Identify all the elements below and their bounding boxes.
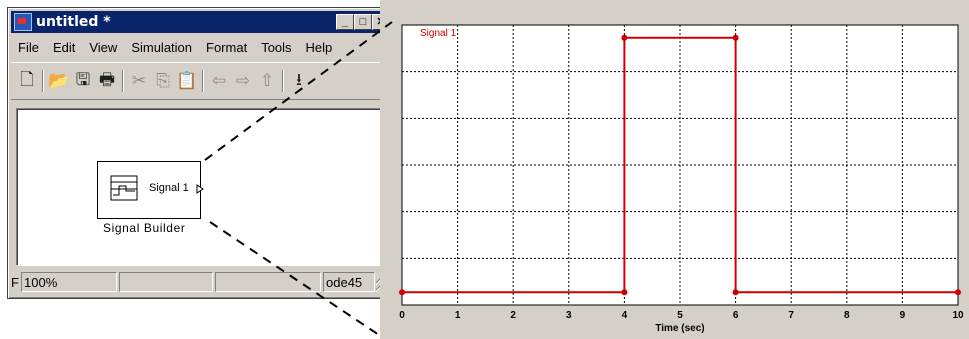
x-tick-label: 3: [566, 310, 572, 321]
menu-simulation[interactable]: Simulation: [124, 40, 199, 55]
solver-name: ode45: [323, 272, 375, 292]
signal-point: [955, 289, 961, 296]
signal-builder-block[interactable]: Signal 1: [97, 161, 204, 219]
signal-plot-panel: Signal 1 0 1 2 3 4 5 6 7 8 9 10 Time (sec): [380, 0, 969, 339]
status-pane-3: [119, 272, 213, 292]
signal-plot[interactable]: Signal 1 0 1 2 3 4 5 6 7 8 9 10 Time (sec): [380, 0, 969, 339]
model-window: untitled * _ □ ✕ FileEditViewSimulationF…: [7, 7, 396, 299]
x-tick-label: 2: [510, 310, 516, 321]
model-canvas[interactable]: Signal 1 Signal Builder: [16, 108, 388, 266]
x-tick-label: 4: [622, 310, 628, 321]
window-title: untitled *: [36, 14, 111, 30]
output-port-icon[interactable]: [196, 184, 204, 194]
paste-icon[interactable]: 📋: [175, 68, 199, 94]
status-ready: F: [11, 274, 19, 290]
output-port-label: Signal 1: [149, 182, 189, 194]
menu-view[interactable]: View: [82, 40, 124, 55]
toolbar: 🗋 📂 🖫 🖶 ✂ ⎘ 📋 ⇦ ⇨ ⇧ ⭳: [11, 62, 392, 100]
menu-bar: File Edit View Simulation Format Tools Help: [11, 36, 392, 58]
title-bar[interactable]: untitled * _ □ ✕: [11, 11, 392, 33]
open-icon[interactable]: 📂: [47, 68, 71, 94]
x-tick-label: 0: [399, 310, 405, 321]
menu-format[interactable]: Format: [199, 40, 254, 55]
legend-label: Signal 1: [420, 28, 457, 39]
cut-icon[interactable]: ✂: [127, 68, 151, 94]
new-icon[interactable]: 🗋: [15, 68, 39, 94]
up-icon[interactable]: ⇧: [255, 68, 279, 94]
maximize-button[interactable]: □: [354, 14, 372, 30]
status-pane-4: [215, 272, 321, 292]
minimize-button[interactable]: _: [336, 14, 354, 30]
toolbar-separator: [202, 70, 204, 92]
simulink-icon: [14, 13, 32, 31]
x-tick-label: 7: [788, 310, 794, 321]
menu-tools[interactable]: Tools: [254, 40, 298, 55]
menu-help[interactable]: Help: [299, 40, 340, 55]
signal-builder-icon: [110, 175, 138, 201]
zoom-level: 100%: [21, 272, 117, 292]
save-icon[interactable]: 🖫: [71, 68, 95, 94]
signal-point: [621, 289, 628, 296]
x-tick-label: 8: [844, 310, 850, 321]
menu-file[interactable]: File: [11, 40, 46, 55]
x-tick-label: 6: [733, 310, 739, 321]
back-icon[interactable]: ⇦: [207, 68, 231, 94]
signal-point: [732, 34, 739, 41]
step-icon[interactable]: ⭳: [287, 68, 311, 94]
status-bar: F 100% ode45: [11, 270, 392, 294]
signal-point: [621, 34, 628, 41]
forward-icon[interactable]: ⇨: [231, 68, 255, 94]
x-axis-label: Time (sec): [655, 323, 704, 334]
x-tick-label: 1: [455, 310, 461, 321]
signal-point: [399, 289, 405, 296]
copy-icon[interactable]: ⎘: [151, 68, 175, 94]
signal-point: [732, 289, 739, 296]
toolbar-separator: [42, 70, 44, 92]
block-name[interactable]: Signal Builder: [103, 221, 185, 235]
x-tick-label: 9: [900, 310, 906, 321]
toolbar-separator: [122, 70, 124, 92]
x-tick-label: 5: [677, 310, 683, 321]
print-icon[interactable]: 🖶: [95, 68, 119, 94]
x-tick-label: 10: [952, 310, 964, 321]
toolbar-separator: [282, 70, 284, 92]
menu-edit[interactable]: Edit: [46, 40, 82, 55]
